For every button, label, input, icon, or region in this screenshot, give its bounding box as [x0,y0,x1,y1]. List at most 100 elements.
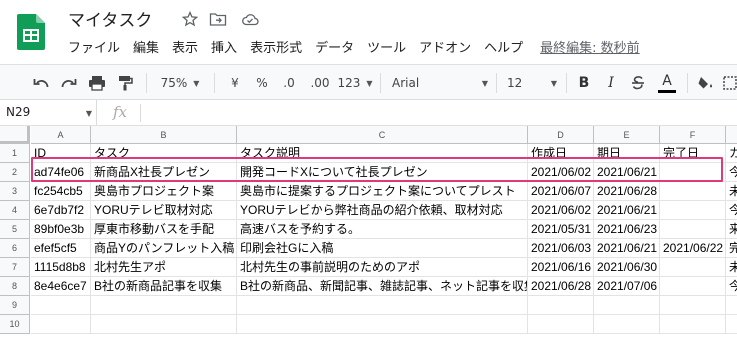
row-header[interactable]: 6 [0,239,30,258]
row-header[interactable]: 7 [0,258,30,277]
table-cell[interactable] [237,315,528,334]
table-cell[interactable]: 2021/06/07 [528,182,594,201]
col-header-b[interactable]: B [91,126,237,144]
row-header[interactable]: 9 [0,296,30,315]
table-cell[interactable]: 8e4e6ce7 [31,277,91,296]
borders-button[interactable] [722,71,737,95]
undo-button[interactable] [30,71,52,95]
currency-format-button[interactable]: ¥ [225,71,245,95]
fill-color-button[interactable] [695,71,717,95]
table-cell[interactable]: 2021/06/22 [660,239,726,258]
table-cell[interactable]: 2021/06/23 [594,220,660,239]
header-cell[interactable]: ID [31,144,91,163]
menu-insert[interactable]: 挿入 [210,36,242,56]
table-cell[interactable]: 今 [726,277,737,296]
header-cell[interactable]: 完了日 [660,144,726,163]
table-cell[interactable]: 厚東市移動バスを手配 [91,220,237,239]
table-cell[interactable]: 北村先生アポ [91,258,237,277]
table-cell[interactable] [726,296,737,315]
increase-decimal-button[interactable]: .00 [306,71,334,95]
table-cell[interactable]: 2021/06/28 [528,277,594,296]
table-cell[interactable] [237,296,528,315]
menu-help[interactable]: ヘルプ [483,36,528,56]
table-cell[interactable] [726,315,737,334]
star-icon[interactable] [180,9,200,29]
table-cell[interactable] [31,315,91,334]
table-cell[interactable] [594,315,660,334]
text-color-button[interactable]: A [656,71,678,95]
table-cell[interactable]: B社の新商品記事を収集 [91,277,237,296]
table-cell[interactable]: 高速バスを予約する。 [237,220,528,239]
table-cell[interactable] [528,315,594,334]
font-size-select[interactable]: 12 ▼ [507,71,557,95]
print-button[interactable] [86,71,108,95]
table-cell[interactable]: 完 [726,239,737,258]
table-cell[interactable] [91,315,237,334]
table-cell[interactable]: 2021/06/02 [528,201,594,220]
table-cell[interactable]: 2021/06/21 [594,163,660,182]
col-header-g[interactable]: G [726,126,737,144]
menu-format[interactable]: 表示形式 [249,36,307,56]
row-header[interactable]: 2 [0,163,30,182]
paint-format-button[interactable] [114,71,136,95]
table-cell[interactable]: 奥島市プロジェクト案 [91,182,237,201]
header-cell[interactable]: タスク説明 [237,144,528,163]
menu-view[interactable]: 表示 [171,36,203,56]
redo-button[interactable] [58,71,80,95]
sheets-logo-icon[interactable] [17,14,45,50]
table-cell[interactable]: 2021/05/31 [528,220,594,239]
menu-data[interactable]: データ [314,36,359,56]
table-cell[interactable] [660,163,726,182]
table-cell[interactable]: 商品Yのパンフレット入稿 [91,239,237,258]
table-cell[interactable]: YORUテレビから弊社商品の紹介依頼、取材対応 [237,201,528,220]
table-cell[interactable] [91,296,237,315]
table-cell[interactable]: 2021/06/30 [594,258,660,277]
font-family-select[interactable]: Arial ▼ [392,71,488,95]
col-header-c[interactable]: C [237,126,528,144]
table-cell[interactable] [660,296,726,315]
header-cell[interactable]: タスク [91,144,237,163]
decrease-decimal-button[interactable]: .0 [278,71,300,95]
table-cell[interactable]: 2021/06/21 [594,239,660,258]
table-cell[interactable]: 今 [726,163,737,182]
table-cell[interactable]: 未 [726,258,737,277]
table-cell[interactable]: 2021/06/16 [528,258,594,277]
table-cell[interactable]: ad74fe06 [31,163,91,182]
percent-format-button[interactable]: % [252,71,272,95]
table-cell[interactable]: efef5cf5 [31,239,91,258]
table-cell[interactable]: 印刷会社Gに入稿 [237,239,528,258]
table-cell[interactable]: 奥島市に提案するプロジェクト案についてプレスト [237,182,528,201]
table-cell[interactable]: 北村先生の事前説明のためのアポ [237,258,528,277]
table-cell[interactable]: 開発コードXについて社長プレゼン [237,163,528,182]
spreadsheet-grid[interactable]: ABCDEFG 1IDタスクタスク説明作成日期日完了日カ 2ad74fe06新商品X… [0,126,737,346]
strikethrough-button[interactable] [628,71,648,95]
bold-button[interactable]: B [574,71,594,95]
menu-file[interactable]: ファイル [67,36,125,56]
table-cell[interactable]: 2021/06/21 [594,201,660,220]
table-cell[interactable] [31,296,91,315]
table-cell[interactable]: 2021/06/03 [528,239,594,258]
table-cell[interactable] [594,296,660,315]
menu-edit[interactable]: 編集 [132,36,164,56]
menu-addons[interactable]: アドオン [418,36,476,56]
header-cell[interactable]: 期日 [594,144,660,163]
move-folder-icon[interactable] [208,9,228,29]
table-cell[interactable] [660,182,726,201]
header-cell[interactable]: 作成日 [528,144,594,163]
table-cell[interactable] [660,258,726,277]
table-cell[interactable]: 2021/06/02 [528,163,594,182]
table-cell[interactable]: 2021/06/28 [594,182,660,201]
table-cell[interactable]: 来 [726,220,737,239]
last-edit-link[interactable]: 最終編集: 数秒前 [539,36,645,56]
table-cell[interactable] [660,315,726,334]
cloud-saved-icon[interactable] [240,9,260,29]
table-cell[interactable]: 1115d8b8 [31,258,91,277]
row-header[interactable]: 1 [0,144,30,163]
col-header-a[interactable]: A [31,126,91,144]
table-cell[interactable]: 89bf0e3b [31,220,91,239]
table-cell[interactable] [660,201,726,220]
select-all-corner[interactable] [0,126,30,144]
row-header[interactable]: 3 [0,182,30,201]
table-cell[interactable]: 6e7db7f2 [31,201,91,220]
table-cell[interactable] [660,277,726,296]
